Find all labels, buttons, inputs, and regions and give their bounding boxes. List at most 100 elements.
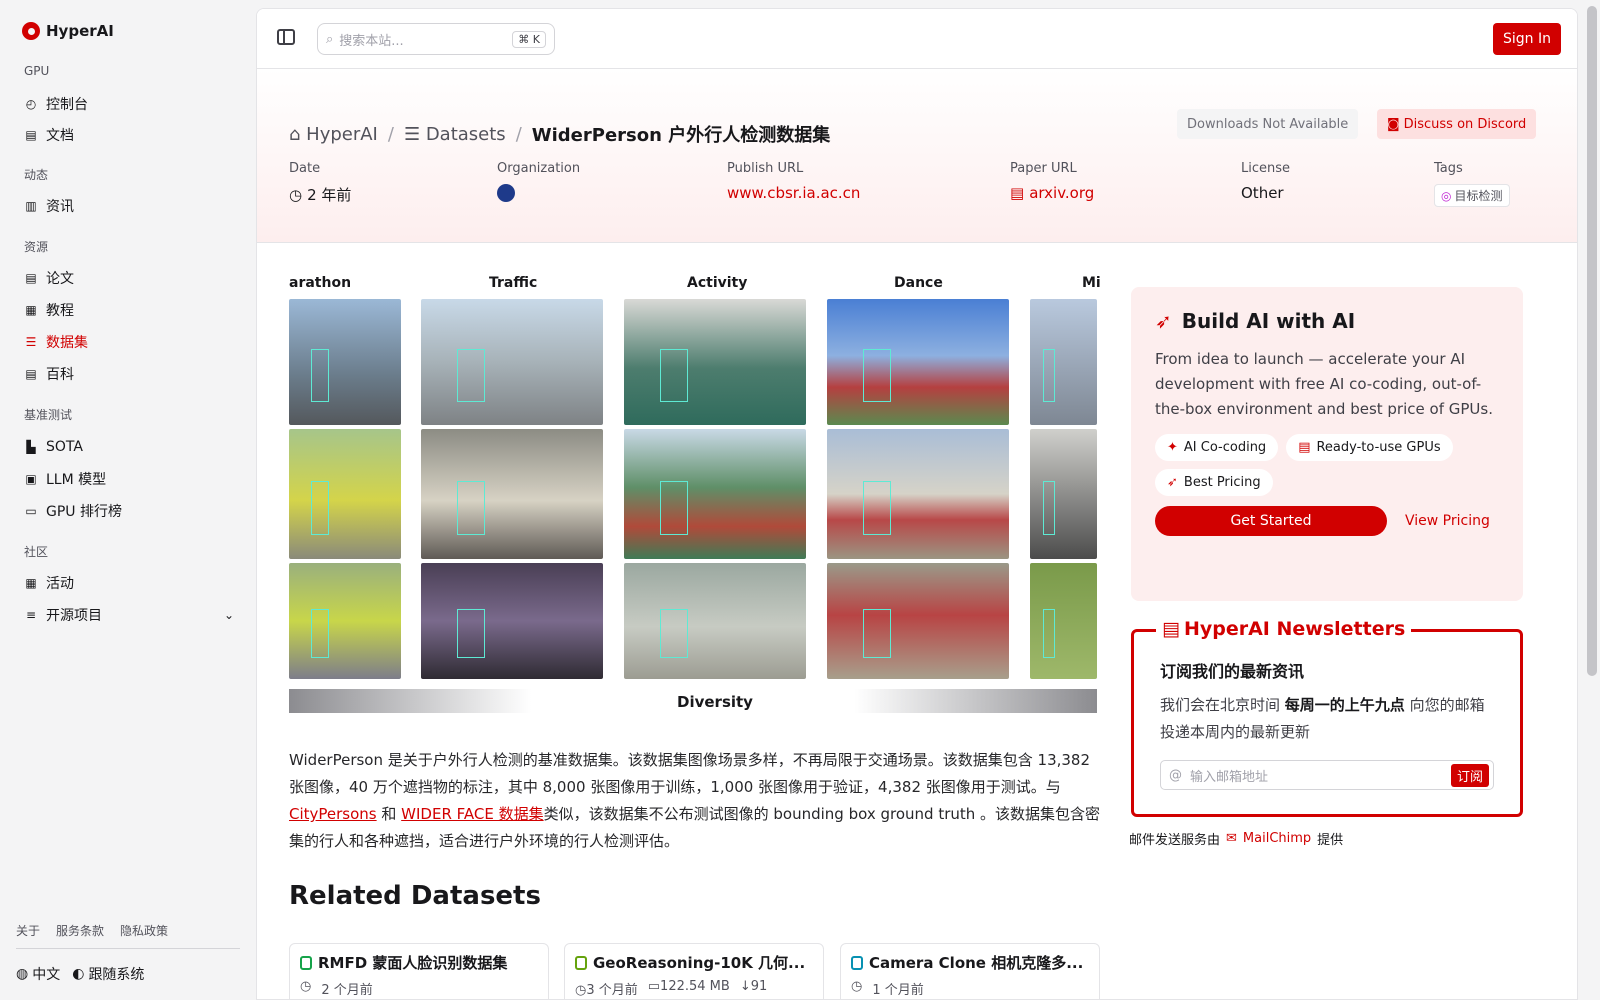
sidebar-item-gpu-leaderboard[interactable]: ▭ GPU 排行榜 [24, 498, 234, 524]
discord-icon: ◙ [1387, 116, 1400, 132]
brand-name: HyperAI [46, 22, 114, 40]
figure-column-label: Traffic [489, 275, 538, 291]
figure-photo [827, 563, 1009, 679]
subscribe-button[interactable]: 订阅 [1450, 763, 1489, 787]
mailchimp-link[interactable]: MailChimp [1243, 831, 1311, 846]
brand-logo-link[interactable]: HyperAI [22, 22, 114, 40]
breadcrumb-datasets[interactable]: ☰ Datasets [404, 124, 506, 145]
monitor-icon: ▭ [25, 504, 37, 518]
about-link[interactable]: 关于 [16, 922, 40, 939]
sidebar-item-tutorials[interactable]: ▦ 教程 [24, 297, 234, 323]
email-field[interactable]: @ 输入邮箱地址 订阅 [1160, 760, 1494, 790]
sidebar-toggle-icon[interactable] [277, 29, 295, 45]
wiki-icon: ▤ [25, 367, 37, 381]
newsletter-title: ▤ HyperAI Newsletters [1156, 618, 1412, 640]
meta-tags: Tags ◎ 目标检测 [1434, 161, 1510, 207]
get-started-button[interactable]: Get Started [1155, 506, 1387, 536]
tag-badge[interactable]: ◎ 目标检测 [1434, 184, 1510, 207]
sidebar-item-docs[interactable]: ▤ 文档 [24, 122, 234, 148]
list-icon: ≡ [25, 608, 37, 622]
figure-photo [421, 429, 603, 559]
citypersons-link[interactable]: CityPersons [289, 805, 377, 823]
view-pricing-link[interactable]: View Pricing [1405, 513, 1490, 529]
figure-footer-label: Diversity [677, 693, 753, 711]
related-dataset-card[interactable]: Camera Clone 相机克隆多... ◷ 1 个月前 [840, 943, 1100, 999]
sign-in-button[interactable]: Sign In [1493, 23, 1561, 55]
figure-photo [1030, 299, 1097, 425]
at-icon: @ [1169, 767, 1182, 783]
sidebar-item-news[interactable]: ▥ 资讯 [24, 193, 234, 219]
page-scrollbar[interactable] [1584, 0, 1600, 1000]
mail-provider-note: 邮件发送服务由 ✉ MailChimp 提供 [1129, 831, 1344, 848]
database-icon: ☰ [403, 123, 426, 145]
sidebar-item-sota[interactable]: ▙ SOTA [24, 434, 234, 460]
sidebar-divider [16, 948, 240, 949]
sidebar-item-llm[interactable]: ▣ LLM 模型 [24, 466, 234, 492]
chip-icon: ▣ [25, 472, 37, 486]
newsletter-box: ▤ HyperAI Newsletters 订阅我们的最新资讯 我们会在北京时间 … [1131, 618, 1523, 817]
news-icon: ▥ [25, 199, 37, 213]
newsletter-body: 我们会在北京时间 每周一的上午九点 向您的邮箱投递本周内的最新更新 [1160, 696, 1485, 741]
search-placeholder: 搜索本站... [339, 33, 404, 49]
figure-photo [827, 299, 1009, 425]
language-switch[interactable]: ◍ 中文 [16, 964, 60, 984]
meta-publish-url: Publish URL www.cbsr.ia.ac.cn [727, 161, 861, 202]
topbar: ⌕ 搜索本站... ⌘ K Sign In [257, 9, 1577, 69]
archive-icon: ▭ [647, 979, 661, 994]
sidebar-item-events[interactable]: ▦ 活动 [24, 570, 234, 596]
breadcrumb-separator: / [387, 123, 394, 145]
sidebar-item-wiki[interactable]: ▤ 百科 [24, 361, 234, 387]
related-datasets-title: Related Datasets [289, 881, 541, 911]
sidebar-item-console[interactable]: ◴ 控制台 [24, 91, 234, 117]
breadcrumb-home[interactable]: ⌂ HyperAI [289, 124, 378, 145]
paper-url-link[interactable]: ▤ arxiv.org [1010, 184, 1094, 202]
clock-icon: ◷ [851, 979, 863, 994]
figure-column-label: arathon [289, 275, 352, 291]
dataset-figure: arathon Traffic Activity Dance Mi Divers… [289, 271, 1101, 725]
discord-button[interactable]: ◙ Discuss on Discord [1377, 109, 1537, 139]
figure-photo [421, 563, 603, 679]
publish-url-link[interactable]: www.cbsr.ia.ac.cn [727, 184, 860, 202]
sidebar-item-datasets[interactable]: ☰ 数据集 [24, 329, 234, 355]
chevron-down-icon: ⌄ [223, 608, 234, 622]
figure-photo [1030, 563, 1097, 679]
theme-switch[interactable]: ◐ 跟随系统 [72, 964, 144, 984]
database-icon [300, 955, 312, 970]
figure-photo [624, 563, 806, 679]
related-dataset-card[interactable]: RMFD 蒙面人脸识别数据集 ◷ 2 个月前 [289, 943, 549, 999]
section-benchmarks: 基准测试 [24, 408, 73, 422]
server-icon: ▤ [1298, 440, 1311, 455]
meta-license: License Other [1241, 161, 1291, 202]
tag-icon: ◎ [1441, 189, 1452, 203]
clock-icon: ◷ [575, 983, 587, 998]
figure-photo [289, 299, 401, 425]
sidebar-footer-links: 关于 服务条款 隐私政策 [16, 922, 168, 939]
organization-logo[interactable] [497, 184, 515, 202]
dataset-header: ⌂ HyperAI / ☰ Datasets / WiderPerson 户外行… [257, 69, 1577, 243]
meta-date: Date ◷ 2 年前 [289, 161, 352, 204]
privacy-link[interactable]: 隐私政策 [120, 922, 168, 939]
downloads-button[interactable]: Downloads Not Available [1177, 109, 1359, 139]
feature-pill: ➶ Best Pricing [1155, 469, 1273, 496]
terms-link[interactable]: 服务条款 [56, 922, 104, 939]
main-panel: ⌕ 搜索本站... ⌘ K Sign In ⌂ HyperAI / ☰ Data… [256, 8, 1578, 1000]
build-ai-promo: ➶ Build AI with AI From idea to launch — … [1131, 287, 1523, 601]
sidebar-item-open-source[interactable]: ≡ 开源项目 ⌄ [24, 602, 234, 628]
section-community: 社区 [24, 545, 49, 559]
clock-icon: ◷ [289, 185, 303, 204]
breadcrumb-separator: / [515, 123, 522, 145]
sidebar: HyperAI GPU ◴ 控制台 ▤ 文档 动态 ▥ 资讯 资源 ▤ 论文 ▦ 教程 ☰… [0, 0, 250, 1000]
calendar-icon: ▦ [25, 576, 37, 590]
newspaper-icon: ▤ [1162, 618, 1180, 640]
sidebar-item-papers[interactable]: ▤ 论文 [24, 265, 234, 291]
breadcrumb: ⌂ HyperAI / ☰ Datasets / WiderPerson 户外行… [289, 121, 830, 147]
database-icon: ☰ [25, 335, 37, 349]
search-shortcut: ⌘ K [512, 30, 546, 48]
figure-photo [289, 563, 401, 679]
search-input[interactable]: ⌕ 搜索本站... ⌘ K [317, 23, 555, 55]
search-icon: ⌕ [326, 31, 334, 47]
scrollbar-thumb[interactable] [1587, 6, 1597, 676]
wider-face-link[interactable]: WIDER FACE 数据集 [401, 805, 543, 823]
meta-paper-url: Paper URL ▤ arxiv.org [1010, 161, 1095, 202]
related-dataset-card[interactable]: GeoReasoning-10K 几何... ◷3 个月前 ▭122.54 MB ↓… [564, 943, 824, 999]
